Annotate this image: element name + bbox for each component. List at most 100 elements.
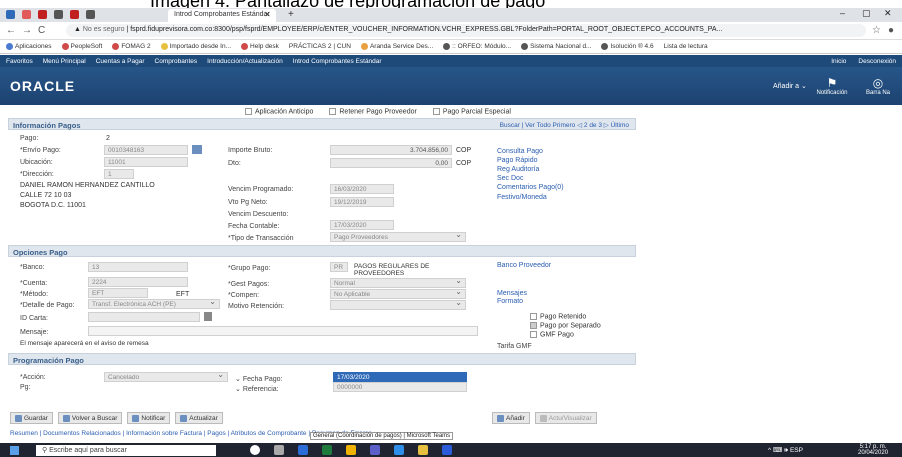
bookmark-item[interactable]: Help desk (241, 42, 279, 51)
bookmark-item[interactable]: Lista de lectura (664, 42, 708, 51)
tab-favicon[interactable] (6, 10, 15, 19)
detalle-pago-select[interactable]: Transf. Electrónica ACH (PE) (88, 299, 220, 309)
nav-introd-comprobantes[interactable]: Introd Comprobantes Estándar (293, 58, 382, 65)
bookmark-item[interactable]: Isolución ® 4.6 (601, 42, 654, 51)
star-icon[interactable]: ☆ (872, 25, 881, 36)
vto-neto-field[interactable]: 19/12/2019 (330, 197, 394, 207)
bookmark-item[interactable]: FOMAG 2 (112, 42, 151, 51)
new-tab-icon[interactable]: + (288, 9, 294, 20)
link-sec-doc[interactable]: Sec Doc (497, 175, 523, 182)
nav-menu-principal[interactable]: Menú Principal (43, 58, 86, 65)
grupo-pago-field[interactable]: PR (330, 262, 348, 272)
edge-icon[interactable] (394, 445, 404, 455)
fecha-contable-field[interactable]: 17/03/2020 (330, 220, 394, 230)
link-banco-proveedor[interactable]: Banco Proveedor (497, 262, 551, 269)
save-button[interactable]: Guardar (10, 412, 53, 424)
cortana-icon[interactable] (250, 445, 260, 455)
motivo-retencion-select[interactable] (330, 300, 466, 310)
task-view-icon[interactable] (274, 445, 284, 455)
link-reg-auditoria[interactable]: Reg Auditoría (497, 166, 539, 173)
minimize-icon[interactable]: – (840, 8, 845, 18)
accion-select[interactable]: Cancelado (104, 372, 228, 382)
link-formato[interactable]: Formato (497, 298, 523, 305)
direccion-field[interactable]: 1 (104, 169, 134, 179)
navbar-button[interactable]: ◎ Barra Na (858, 76, 898, 96)
teams-icon[interactable] (370, 445, 380, 455)
excel-icon[interactable] (322, 445, 332, 455)
nav-inicio[interactable]: Inicio (831, 58, 846, 65)
calendar-icon[interactable] (204, 312, 212, 321)
bookmark-item[interactable]: Aplicaciones (6, 42, 52, 51)
bookmark-item[interactable]: Sistema Nacional d... (521, 42, 591, 51)
tab-favicon[interactable] (86, 10, 95, 19)
compen-select[interactable]: No Aplicable (330, 289, 466, 299)
chk-pago-retenido[interactable]: Pago Retenido (530, 313, 586, 320)
lookup-icon[interactable] (192, 145, 202, 154)
bookmark-item[interactable]: PeopleSoft (61, 42, 102, 51)
id-carta-field[interactable] (88, 312, 200, 322)
ubicacion-field[interactable]: 11001 (104, 157, 188, 167)
importe-bruto-field[interactable]: 3.704.856,00 (330, 145, 452, 155)
chk-retener-pago[interactable]: Retener Pago Proveedor (329, 108, 417, 115)
windows-start-icon[interactable] (10, 446, 19, 455)
tab-favicon[interactable] (38, 10, 47, 19)
clock[interactable]: 5:17 p. m. 20/04/2020 (858, 444, 888, 456)
url-input[interactable]: ▲ No es seguro | fsprd.fiduprevisora.com… (66, 24, 866, 37)
bookmark-item[interactable]: Aranda Service Des... (360, 42, 433, 51)
tab-favicon[interactable] (22, 10, 31, 19)
chk-pago-parcial[interactable]: Pago Parcial Especial (432, 108, 511, 115)
gest-pagos-select[interactable]: Normal (330, 278, 466, 288)
back-icon[interactable]: ← (6, 25, 16, 36)
tab-favicon[interactable] (54, 10, 63, 19)
referencia-field[interactable]: 0000000 (333, 382, 467, 392)
envio-pago-field[interactable]: 0010348163 (104, 145, 188, 155)
pagination-links[interactable]: Buscar | Ver Todo Primero ◁ 2 de 3 ▷ Últ… (500, 121, 629, 129)
fecha-pago-field[interactable]: 17/03/2020 (333, 372, 467, 382)
add-button[interactable]: Añadir (492, 412, 530, 424)
nav-comprobantes[interactable]: Comprobantes (155, 58, 198, 65)
outlook-icon[interactable] (298, 445, 308, 455)
banco-field[interactable]: 13 (88, 262, 188, 272)
nav-introduccion[interactable]: Introducción/Actualización (207, 58, 283, 65)
tipo-transaccion-select[interactable]: Pago Proveedores (330, 232, 466, 242)
tab-favicon[interactable] (70, 10, 79, 19)
refresh-button[interactable]: Actualizar (175, 412, 223, 424)
reload-icon[interactable]: C (38, 25, 45, 36)
chk-pago-separado[interactable]: Pago por Separado (530, 322, 601, 329)
active-tab[interactable]: Introd Comprobantes Estándar (168, 9, 276, 22)
close-icon[interactable]: ✕ (264, 10, 271, 19)
forward-icon[interactable]: → (22, 25, 32, 36)
bookmark-item[interactable]: Importado desde In... (160, 42, 231, 51)
update-view-button[interactable]: Actu/Visualizar (534, 412, 597, 424)
cuenta-field[interactable]: 2224 (88, 277, 188, 287)
link-mensajes[interactable]: Mensajes (497, 290, 527, 297)
link-comentarios[interactable]: Comentarios Pago(0) (497, 184, 564, 191)
return-search-button[interactable]: Volver a Buscar (57, 412, 123, 424)
explorer-icon[interactable] (418, 445, 428, 455)
notify-button[interactable]: Notificar (127, 412, 171, 424)
word-icon[interactable] (442, 445, 452, 455)
vencim-programado-field[interactable]: 16/03/2020 (330, 184, 394, 194)
bookmark-item[interactable]: :: ORFEO: Módulo... (443, 42, 511, 51)
chrome-icon[interactable] (346, 445, 356, 455)
nav-cuentas-pagar[interactable]: Cuentas a Pagar (96, 58, 145, 65)
mensaje-field[interactable] (88, 326, 478, 336)
nav-favoritos[interactable]: Favoritos (6, 58, 33, 65)
link-consulta-pago[interactable]: Consulta Pago (497, 148, 543, 155)
section-title: Programación Pago (13, 356, 84, 365)
bookmark-item[interactable]: PRÁCTICAS 2 | CUN (289, 42, 351, 51)
chk-aplicacion-anticipo[interactable]: Aplicación Anticipo (245, 108, 313, 115)
descuento-field[interactable]: 0,00 (330, 158, 452, 168)
profile-icon[interactable]: ● (888, 25, 894, 36)
taskbar-search[interactable]: ⚲ Escribe aquí para buscar (36, 445, 216, 456)
metodo-field[interactable]: EFT (88, 288, 148, 298)
window-close-icon[interactable]: ✕ (884, 8, 892, 19)
maximize-icon[interactable]: ▢ (862, 8, 871, 19)
nav-desconexion[interactable]: Desconexión (858, 58, 896, 65)
notification-button[interactable]: ⚑ Notificación (812, 76, 852, 96)
link-festivo-moneda[interactable]: Festivo/Moneda (497, 194, 547, 201)
add-to-menu[interactable]: Añadir a ⌄ (773, 82, 807, 90)
link-pago-rapido[interactable]: Pago Rápido (497, 157, 537, 164)
system-tray[interactable]: ^ ⌨ 🕪 ESP (768, 446, 803, 455)
chk-gmf-pago[interactable]: GMF Pago (530, 331, 574, 338)
